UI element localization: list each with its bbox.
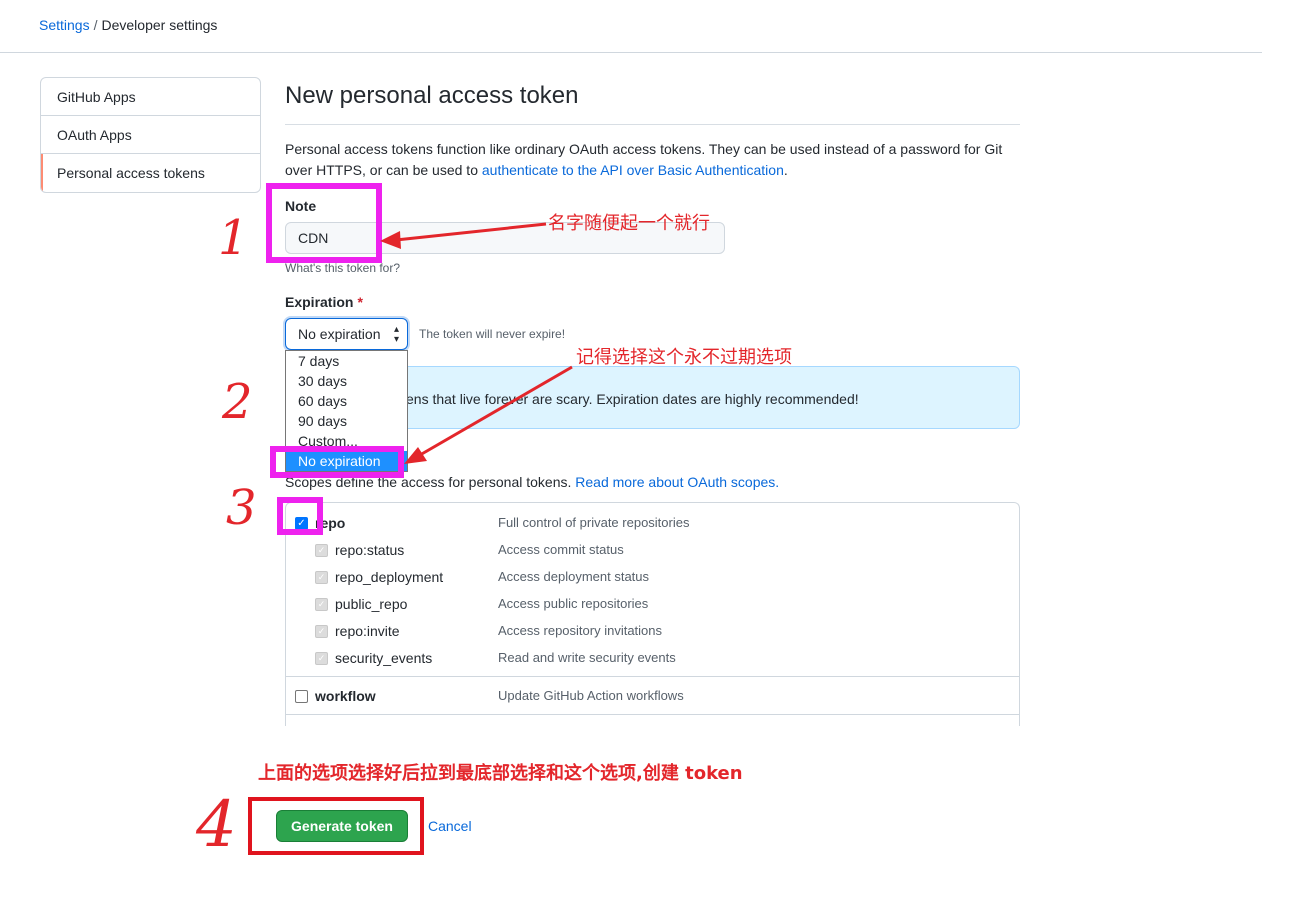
basic-auth-link[interactable]: authenticate to the API over Basic Authe… [482,162,784,178]
scope-description: Update GitHub Action workflows [498,688,684,703]
step-2-number: 2 [222,374,253,430]
scope-name: public_repo [335,596,408,612]
scope-row-repo-deployment: ✓ repo_deployment Access deployment stat… [286,565,1019,592]
title-divider [285,124,1020,125]
scope-name: repo_deployment [335,569,444,585]
scope-row-workflow: workflow Update GitHub Action workflows [286,684,1019,711]
scope-row-repo-invite: ✓ repo:invite Access repository invitati… [286,619,1019,646]
scope-divider [286,676,1019,677]
annotation-box-no-expiration [270,446,404,478]
public-repo-checkbox[interactable]: ✓ [315,598,328,611]
sidebar-item-personal-access-tokens[interactable]: Personal access tokens [41,154,260,192]
option-90-days[interactable]: 90 days [286,411,407,431]
step-4-number: 4 [196,788,237,862]
expiration-hint: The token will never expire! [419,327,566,341]
security-events-checkbox[interactable]: ✓ [315,652,328,665]
select-arrows-icon: ▴ ▾ [393,324,399,345]
breadcrumb-separator: / [93,17,98,33]
scope-row-repo-status: ✓ repo:status Access commit status [286,538,1019,565]
scope-name: workflow [315,688,376,704]
scope-row-security-events: ✓ security_events Read and write securit… [286,646,1019,673]
workflow-checkbox[interactable] [295,690,308,703]
repo-invite-checkbox[interactable]: ✓ [315,625,328,638]
option-7-days[interactable]: 7 days [286,351,407,371]
scope-divider [286,714,1019,715]
step-3-number: 3 [226,480,257,536]
required-mark: * [357,294,363,310]
scope-row-public-repo: ✓ public_repo Access public repositories [286,592,1019,619]
option-30-days[interactable]: 30 days [286,371,407,391]
scope-description: Full control of private repositories [498,515,690,530]
step-1-number: 1 [218,210,249,266]
breadcrumb-settings-link[interactable]: Settings [39,17,90,33]
scope-name: repo:status [335,542,405,558]
scope-description: Read and write security events [498,650,676,665]
scope-row-repo: ✓ repo Full control of private repositor… [286,511,1019,538]
expiration-select[interactable]: No expiration ▴ ▾ [285,318,408,350]
scope-row-next-partial [286,722,1019,726]
expiration-label: Expiration * [285,294,363,310]
header-divider [0,52,1262,53]
annotation-box-generate [248,797,424,855]
page-description: Personal access tokens function like ord… [285,139,1025,181]
description-end: . [783,162,788,178]
page-title: New personal access token [285,82,579,109]
scope-description: Access public repositories [498,596,649,611]
scopes-table: ✓ repo Full control of private repositor… [285,502,1020,726]
scope-description: Access repository invitations [498,623,663,638]
oauth-scopes-link[interactable]: Read more about OAuth scopes. [575,474,779,490]
sidebar-nav: GitHub Apps OAuth Apps Personal access t… [40,77,261,193]
option-60-days[interactable]: 60 days [286,391,407,411]
repo-status-checkbox[interactable]: ✓ [315,544,328,557]
expiration-label-text: Expiration [285,294,354,310]
sidebar-item-oauth-apps[interactable]: OAuth Apps [41,116,260,154]
scope-description: Access deployment status [498,569,650,584]
breadcrumb-current: Developer settings [101,17,218,33]
annotation-step4-text: 上面的选项选择好后拉到最底部选择和这个选项,创建 token [258,763,743,784]
annotation-step1-text: 名字随便起一个就行 [548,213,710,234]
flash-text: kens that live forever are scary. Expira… [399,391,859,407]
scope-name: repo:invite [335,623,400,639]
annotation-step2-text: 记得选择这个永不过期选项 [576,347,792,368]
repo-deployment-checkbox[interactable]: ✓ [315,571,328,584]
scope-name: security_events [335,650,433,666]
annotation-box-repo [277,497,323,535]
scope-description: Access commit status [498,542,624,557]
annotation-box-note [266,183,382,263]
sidebar-item-github-apps[interactable]: GitHub Apps [41,78,260,116]
expiration-selected-value: No expiration [298,326,381,342]
breadcrumb: Settings / Developer settings [39,17,217,33]
note-hint: What's this token for? [285,261,401,275]
cancel-link[interactable]: Cancel [428,818,472,834]
